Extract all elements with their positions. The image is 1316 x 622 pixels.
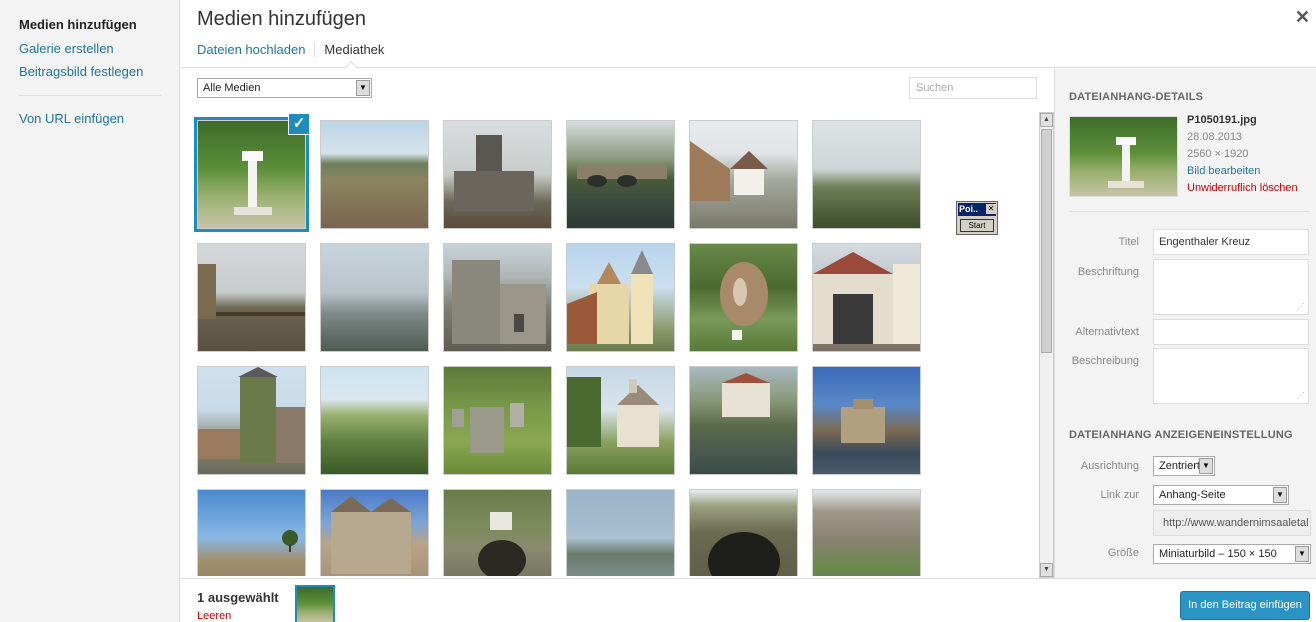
scroll-down-icon[interactable]: ▼ <box>1040 563 1053 577</box>
link-url-field[interactable]: http://www.wandernimsaaletal <box>1153 510 1311 536</box>
modal-title: Medien hinzufügen <box>197 8 367 30</box>
tab-upload-files[interactable]: Dateien hochladen <box>197 42 314 57</box>
details-thumbnail <box>1069 116 1178 197</box>
caption-label: Beschriftung <box>1077 266 1139 278</box>
menu-item-add-media[interactable]: Medien hinzufügen <box>19 17 137 32</box>
title-field[interactable]: Engenthaler Kreuz <box>1153 229 1309 255</box>
link-to-label: Link zur <box>1100 489 1139 501</box>
alignment-select[interactable]: Zentriert ▼ <box>1153 456 1215 476</box>
details-filename: P1050191.jpg <box>1187 114 1257 126</box>
modal-footer: 1 ausgewählt Leeren In den Beitrag einfü… <box>181 578 1316 622</box>
media-thumbnail[interactable] <box>566 120 675 229</box>
chevron-down-icon: ▼ <box>1295 546 1309 562</box>
resize-grip-icon[interactable]: ⋰ <box>1297 302 1305 311</box>
media-thumbnail[interactable] <box>812 366 921 475</box>
media-thumbnail[interactable] <box>689 366 798 475</box>
media-thumbnail[interactable] <box>443 489 552 576</box>
chevron-down-icon: ▼ <box>356 80 370 96</box>
clear-selection-link[interactable]: Leeren <box>197 610 231 622</box>
media-thumbnail[interactable] <box>320 243 429 352</box>
media-thumbnail[interactable] <box>443 243 552 352</box>
alt-text-label: Alternativtext <box>1075 326 1139 338</box>
checkmark-icon[interactable]: ✓ <box>288 113 310 135</box>
selected-thumbnail[interactable] <box>295 585 335 622</box>
media-thumbnail[interactable] <box>320 366 429 475</box>
scroll-up-icon[interactable]: ▲ <box>1040 113 1053 127</box>
display-settings-heading: DATEIANHANG ANZEIGENEINSTELLUNG <box>1069 429 1293 441</box>
grid-scrollbar[interactable]: ▲ ▼ <box>1039 112 1054 578</box>
link-to-value: Anhang-Seite <box>1159 489 1226 501</box>
size-value: Miniaturbild – 150 × 150 <box>1159 548 1277 560</box>
media-thumbnail[interactable] <box>689 243 798 352</box>
media-thumbnail[interactable] <box>689 489 798 576</box>
details-dimensions: 2560 × 1920 <box>1187 148 1249 160</box>
caption-field[interactable]: ⋰ <box>1153 259 1309 315</box>
media-thumbnail[interactable] <box>566 366 675 475</box>
details-date: 28.08.2013 <box>1187 131 1243 143</box>
menu-separator <box>19 95 161 96</box>
popup-close-icon[interactable]: ✕ <box>986 204 996 214</box>
floating-popup-window: Poi.. ✕ Start <box>956 201 998 235</box>
edit-image-link[interactable]: Bild bearbeiten <box>1187 163 1298 180</box>
details-separator <box>1069 211 1309 212</box>
media-thumbnail[interactable] <box>812 243 921 352</box>
media-thumbnail[interactable] <box>197 489 306 576</box>
selection-count: 1 ausgewählt <box>197 590 279 605</box>
media-menu: Medien hinzufügen Galerie erstellen Beit… <box>0 0 180 622</box>
media-thumbnail[interactable] <box>812 489 921 576</box>
attachment-details-panel: DATEIANHANG-DETAILS P1050191.jpg 28.08.2… <box>1054 69 1316 578</box>
media-thumbnail[interactable] <box>443 366 552 475</box>
description-label: Beschreibung <box>1071 355 1139 367</box>
tab-media-library[interactable]: Mediathek <box>314 42 393 57</box>
menu-item-insert-from-url[interactable]: Von URL einfügen <box>19 111 124 126</box>
media-filter-select[interactable]: Alle Medien ▼ <box>197 78 372 98</box>
media-thumbnail[interactable] <box>197 366 306 475</box>
media-thumbnail[interactable] <box>566 243 675 352</box>
media-thumbnail[interactable] <box>812 120 921 229</box>
media-thumbnail[interactable] <box>320 120 429 229</box>
media-modal: Medien hinzufügen Galerie erstellen Beit… <box>0 0 1316 622</box>
resize-grip-icon[interactable]: ⋰ <box>1297 391 1305 400</box>
search-input[interactable]: Suchen <box>909 77 1037 99</box>
media-thumbnail[interactable] <box>320 489 429 576</box>
menu-item-featured-image[interactable]: Beitragsbild festlegen <box>19 64 143 79</box>
media-thumbnail[interactable] <box>443 120 552 229</box>
router-tabs: Dateien hochladen Mediathek <box>197 42 393 57</box>
media-thumbnail[interactable] <box>566 489 675 576</box>
alt-text-field[interactable] <box>1153 319 1309 345</box>
details-heading: DATEIANHANG-DETAILS <box>1069 91 1204 103</box>
size-select[interactable]: Miniaturbild – 150 × 150 ▼ <box>1153 544 1311 564</box>
insert-into-post-button[interactable]: In den Beitrag einfügen <box>1180 591 1310 620</box>
chevron-down-icon: ▼ <box>1199 458 1213 474</box>
modal-header: Medien hinzufügen ✕ Dateien hochladen Med… <box>181 0 1316 76</box>
link-to-select[interactable]: Anhang-Seite ▼ <box>1153 485 1289 505</box>
alignment-value: Zentriert <box>1159 460 1200 472</box>
popup-start-button[interactable]: Start <box>960 219 994 232</box>
scrollbar-thumb[interactable] <box>1041 129 1052 353</box>
alignment-label: Ausrichtung <box>1080 460 1139 472</box>
media-filter-value: Alle Medien <box>203 82 261 94</box>
chevron-down-icon: ▼ <box>1273 487 1287 503</box>
attachments-grid <box>181 109 1039 576</box>
title-label: Titel <box>1118 236 1139 248</box>
media-thumbnail[interactable] <box>197 243 306 352</box>
media-thumbnail[interactable] <box>194 117 309 232</box>
delete-permanently-link[interactable]: Unwiderruflich löschen <box>1187 180 1298 197</box>
media-thumbnail[interactable] <box>689 120 798 229</box>
details-info: P1050191.jpg 28.08.2013 2560 × 1920 Bild… <box>1187 112 1298 197</box>
attachments-toolbar: Alle Medien ▼ Suchen <box>181 69 1053 109</box>
close-icon[interactable]: ✕ <box>1295 7 1310 28</box>
description-field[interactable]: ⋰ <box>1153 348 1309 404</box>
size-label: Größe <box>1107 547 1139 559</box>
menu-item-create-gallery[interactable]: Galerie erstellen <box>19 41 114 56</box>
